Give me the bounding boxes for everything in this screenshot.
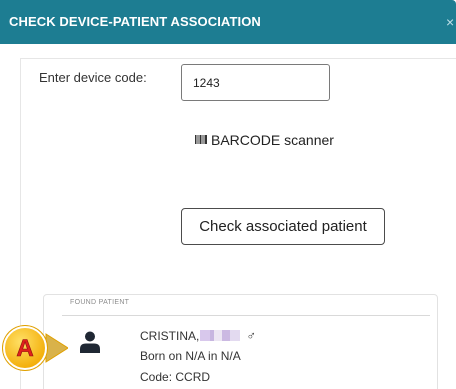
device-code-input[interactable] (181, 64, 330, 101)
callout-a-icon: A (2, 325, 68, 371)
patient-birth-info: Born on N/A in N/A (140, 349, 241, 363)
close-icon[interactable]: × (446, 0, 456, 44)
patient-name-text: CRISTINA, (140, 329, 200, 343)
dialog-header: CHECK DEVICE-PATIENT ASSOCIATION × (0, 0, 456, 44)
barcode-scanner-label: BARCODE scanner (211, 132, 334, 148)
check-association-dialog: CHECK DEVICE-PATIENT ASSOCIATION × Enter… (0, 0, 456, 389)
found-patient-section-label: FOUND PATIENT (70, 299, 130, 306)
dialog-title: CHECK DEVICE-PATIENT ASSOCIATION (9, 14, 261, 29)
barcode-scanner-button[interactable]: BARCODE scanner (195, 132, 334, 148)
male-gender-icon: ♂ (246, 328, 257, 343)
callout-letter: A (16, 335, 33, 362)
redacted-surname (200, 330, 241, 341)
section-divider (62, 315, 430, 316)
check-associated-patient-button[interactable]: Check associated patient (181, 208, 385, 245)
barcode-icon (195, 135, 207, 144)
patient-name: CRISTINA, ♂ (140, 328, 256, 343)
patient-code: Code: CCRD (140, 370, 211, 384)
person-icon (80, 331, 100, 353)
device-code-label: Enter device code: (39, 70, 147, 85)
